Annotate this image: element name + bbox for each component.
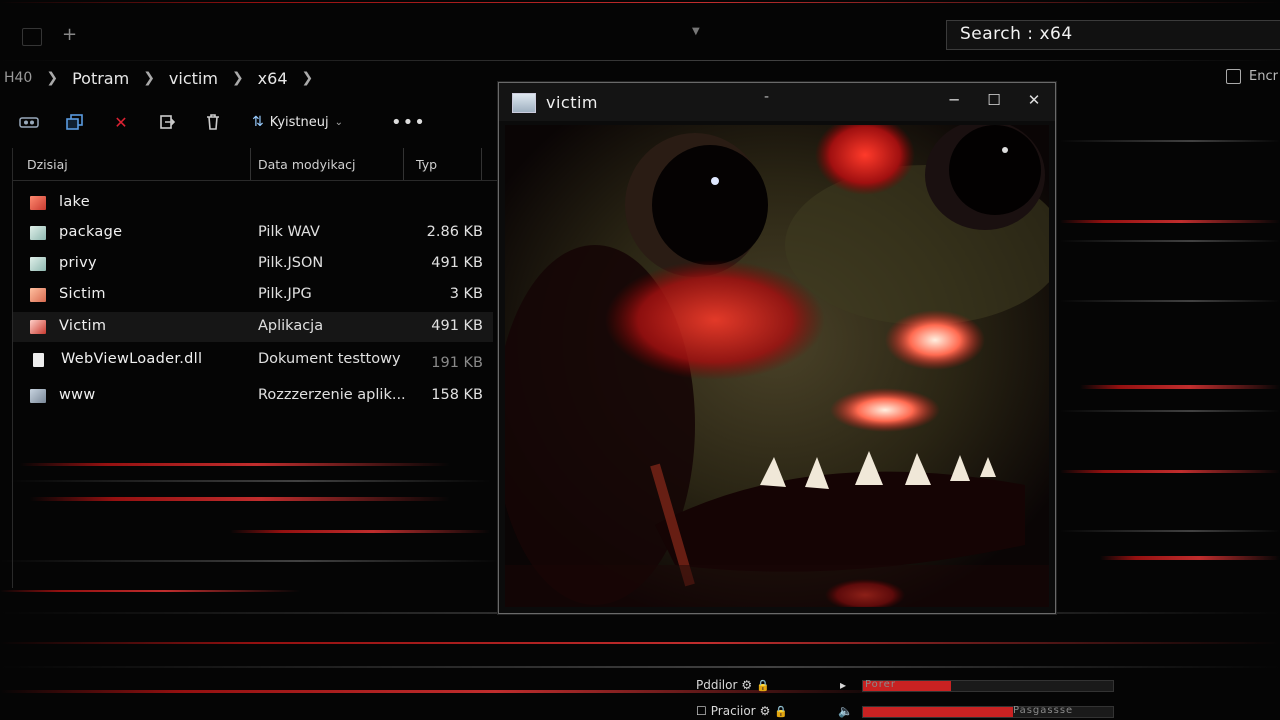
- close-icon[interactable]: ✕: [108, 109, 134, 135]
- meter-fill: [863, 707, 1013, 717]
- json-file-icon: [30, 257, 46, 271]
- column-date[interactable]: Data modyikacj: [258, 157, 355, 172]
- chevron-down-icon[interactable]: ▼: [692, 26, 700, 37]
- image-file-icon: [30, 196, 46, 210]
- settings-icon: ⚙: [741, 678, 753, 692]
- encrypt-toggle[interactable]: Encr: [1226, 69, 1278, 84]
- column-header: Dzisiaj Data modyikacj Typ: [13, 148, 497, 181]
- checkbox-icon[interactable]: [1226, 69, 1241, 84]
- volume-icon[interactable]: 🔈: [838, 704, 853, 718]
- new-tab-button[interactable]: +: [62, 24, 77, 45]
- lock-icon: 🔒: [756, 678, 770, 692]
- breadcrumb-item[interactable]: x64: [258, 69, 288, 88]
- column-type[interactable]: Typ: [416, 157, 437, 172]
- checkbox-icon: ☐: [696, 704, 707, 718]
- chevron-right-icon: ❯: [46, 70, 59, 86]
- viewer-title: victim: [546, 93, 599, 112]
- paste-icon[interactable]: [154, 109, 180, 135]
- close-icon[interactable]: ✕: [1021, 91, 1047, 113]
- viewer-title-dash: -: [764, 89, 770, 105]
- file-list: Dzisiaj Data modyikacj Typ lake package …: [12, 148, 497, 588]
- creepy-face-image: [505, 125, 1049, 607]
- image-viewer-window[interactable]: victim - ─ ☐ ✕: [498, 82, 1056, 614]
- chevron-right-icon: ❯: [231, 70, 244, 86]
- search-input[interactable]: Search : x64: [946, 20, 1280, 50]
- list-item[interactable]: www Rozzzerzenie aplik... 158 KB: [13, 381, 493, 411]
- status-item[interactable]: ☐ Praciior ⚙ 🔒: [696, 704, 788, 718]
- list-item[interactable]: WebViewLoader.dll Dokument testtowy 191 …: [13, 345, 493, 375]
- chevron-right-icon: ❯: [301, 70, 314, 86]
- list-item[interactable]: Sictim Pilk.JPG 3 KB: [13, 280, 493, 310]
- column-name[interactable]: Dzisiaj: [27, 157, 68, 172]
- folder-icon: [22, 28, 42, 46]
- dll-file-icon: [33, 353, 44, 367]
- breadcrumb-root[interactable]: H40: [4, 70, 32, 86]
- sort-button[interactable]: ⇅ Kyistneuj ⌄: [252, 114, 343, 130]
- application-icon: [30, 320, 46, 334]
- delete-icon[interactable]: [200, 109, 226, 135]
- chevron-right-icon: ❯: [143, 70, 155, 86]
- meter-bar-1: Porer: [862, 679, 1114, 692]
- image-file-icon: [512, 93, 536, 113]
- settings-icon: ⚙: [759, 704, 771, 718]
- viewer-title-bar[interactable]: victim - ─ ☐ ✕: [499, 83, 1055, 121]
- maximize-icon[interactable]: ☐: [981, 91, 1007, 113]
- encr-label: Encr: [1249, 69, 1278, 84]
- sort-icon: ⇅: [252, 114, 264, 130]
- breadcrumb: H40 ❯ Potram ❯ victim ❯ x64 ❯: [4, 66, 327, 90]
- chevron-down-icon: ⌄: [334, 116, 343, 128]
- title-bar: + ▼ Search : x64: [0, 14, 1280, 58]
- extension-file-icon: [30, 389, 46, 403]
- list-item[interactable]: lake: [13, 188, 493, 218]
- meter-bar-2: Pasgassse: [862, 705, 1114, 718]
- list-item[interactable]: Victim Aplikacja 491 KB: [13, 312, 493, 342]
- list-item[interactable]: privy Pilk.JSON 491 KB: [13, 249, 493, 279]
- image-file-icon: [30, 288, 46, 302]
- copy-icon[interactable]: [62, 109, 88, 135]
- minimize-icon[interactable]: ─: [941, 91, 967, 113]
- audio-file-icon: [30, 226, 46, 240]
- more-button[interactable]: •••: [391, 112, 426, 133]
- lock-icon: 🔒: [774, 704, 789, 718]
- status-item[interactable]: Pddilor ⚙ 🔒: [696, 678, 770, 692]
- cut-icon[interactable]: [16, 109, 42, 135]
- sort-label: Kyistneuj: [269, 114, 329, 130]
- tab-title[interactable]: [88, 27, 94, 45]
- breadcrumb-item[interactable]: Potram: [72, 69, 129, 88]
- play-icon[interactable]: ▸: [840, 678, 846, 692]
- list-item[interactable]: package Pilk WAV 2.86 KB: [13, 218, 493, 248]
- breadcrumb-item[interactable]: victim: [169, 69, 218, 88]
- toolbar: ✕ ⇅ Kyistneuj ⌄ •••: [16, 108, 426, 136]
